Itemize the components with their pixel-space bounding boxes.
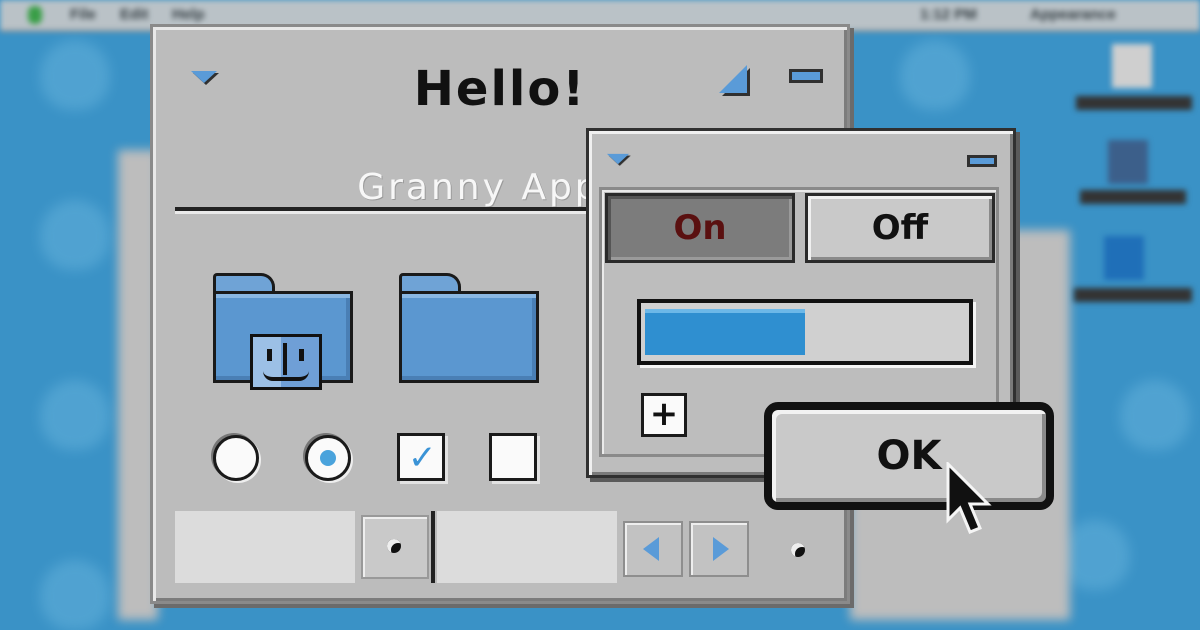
scrollbar-thumb[interactable] [361,515,429,579]
radio-button-unselected[interactable] [213,435,259,481]
apple-pattern [40,40,110,110]
scrollbar-track[interactable] [437,511,617,583]
zoom-box-icon[interactable] [719,65,747,93]
finder-face-icon [250,334,322,390]
menu-help[interactable]: Help [172,6,205,23]
toggle-on-button[interactable]: On [605,193,795,263]
apple-pattern [1060,520,1130,590]
apple-pattern [40,560,110,630]
mouse-pointer-icon [944,460,994,542]
arrow-right-icon [713,537,729,561]
scrollbar-track[interactable] [175,511,355,583]
arrow-left-icon [643,537,659,561]
desktop-icon-label [1076,96,1192,110]
radio-dot [320,450,336,466]
scroll-right-button[interactable] [689,521,749,577]
progress-fill [645,309,805,355]
collapse-box-icon[interactable] [789,69,823,83]
checkmark-icon: ✓ [408,438,437,478]
menu-application[interactable]: Appearance [1030,6,1116,23]
menu-edit[interactable]: Edit [120,6,148,23]
checkbox-unchecked[interactable] [489,433,537,481]
finder-folder-icon[interactable] [213,273,353,390]
apple-pattern [900,40,970,110]
toggle-off-button[interactable]: Off [805,193,995,263]
collapse-box-icon[interactable] [967,155,997,167]
resize-handle[interactable] [775,521,823,577]
scroll-left-button[interactable] [623,521,683,577]
desktop-icon-label [1080,190,1186,204]
checkbox-checked[interactable]: ✓ [397,433,445,481]
progress-bar [637,299,973,365]
apple-pattern [40,380,110,450]
grow-box-icon [791,543,805,557]
divider-highlight [175,211,605,214]
add-button[interactable]: + [641,393,687,437]
menu-clock: 1:12 PM [920,6,977,23]
ok-button[interactable]: OK [764,402,1054,510]
scrollbar-divider [431,511,435,583]
horizontal-scrollbar[interactable] [175,511,823,583]
radio-button-selected[interactable] [305,435,351,481]
desktop-icon-label [1074,288,1192,302]
apple-pattern [40,200,110,270]
window-menu-triangle-icon[interactable] [606,153,630,165]
apple-pattern [1120,380,1190,450]
folder-icon[interactable] [1104,236,1144,280]
hard-disk-icon[interactable] [1112,44,1152,88]
desktop-app-icon[interactable] [1108,140,1148,184]
menu-file[interactable]: File [70,6,96,23]
apple-menu-icon[interactable] [28,6,42,24]
grip-icon [387,539,401,553]
folder-icon[interactable] [399,273,539,383]
